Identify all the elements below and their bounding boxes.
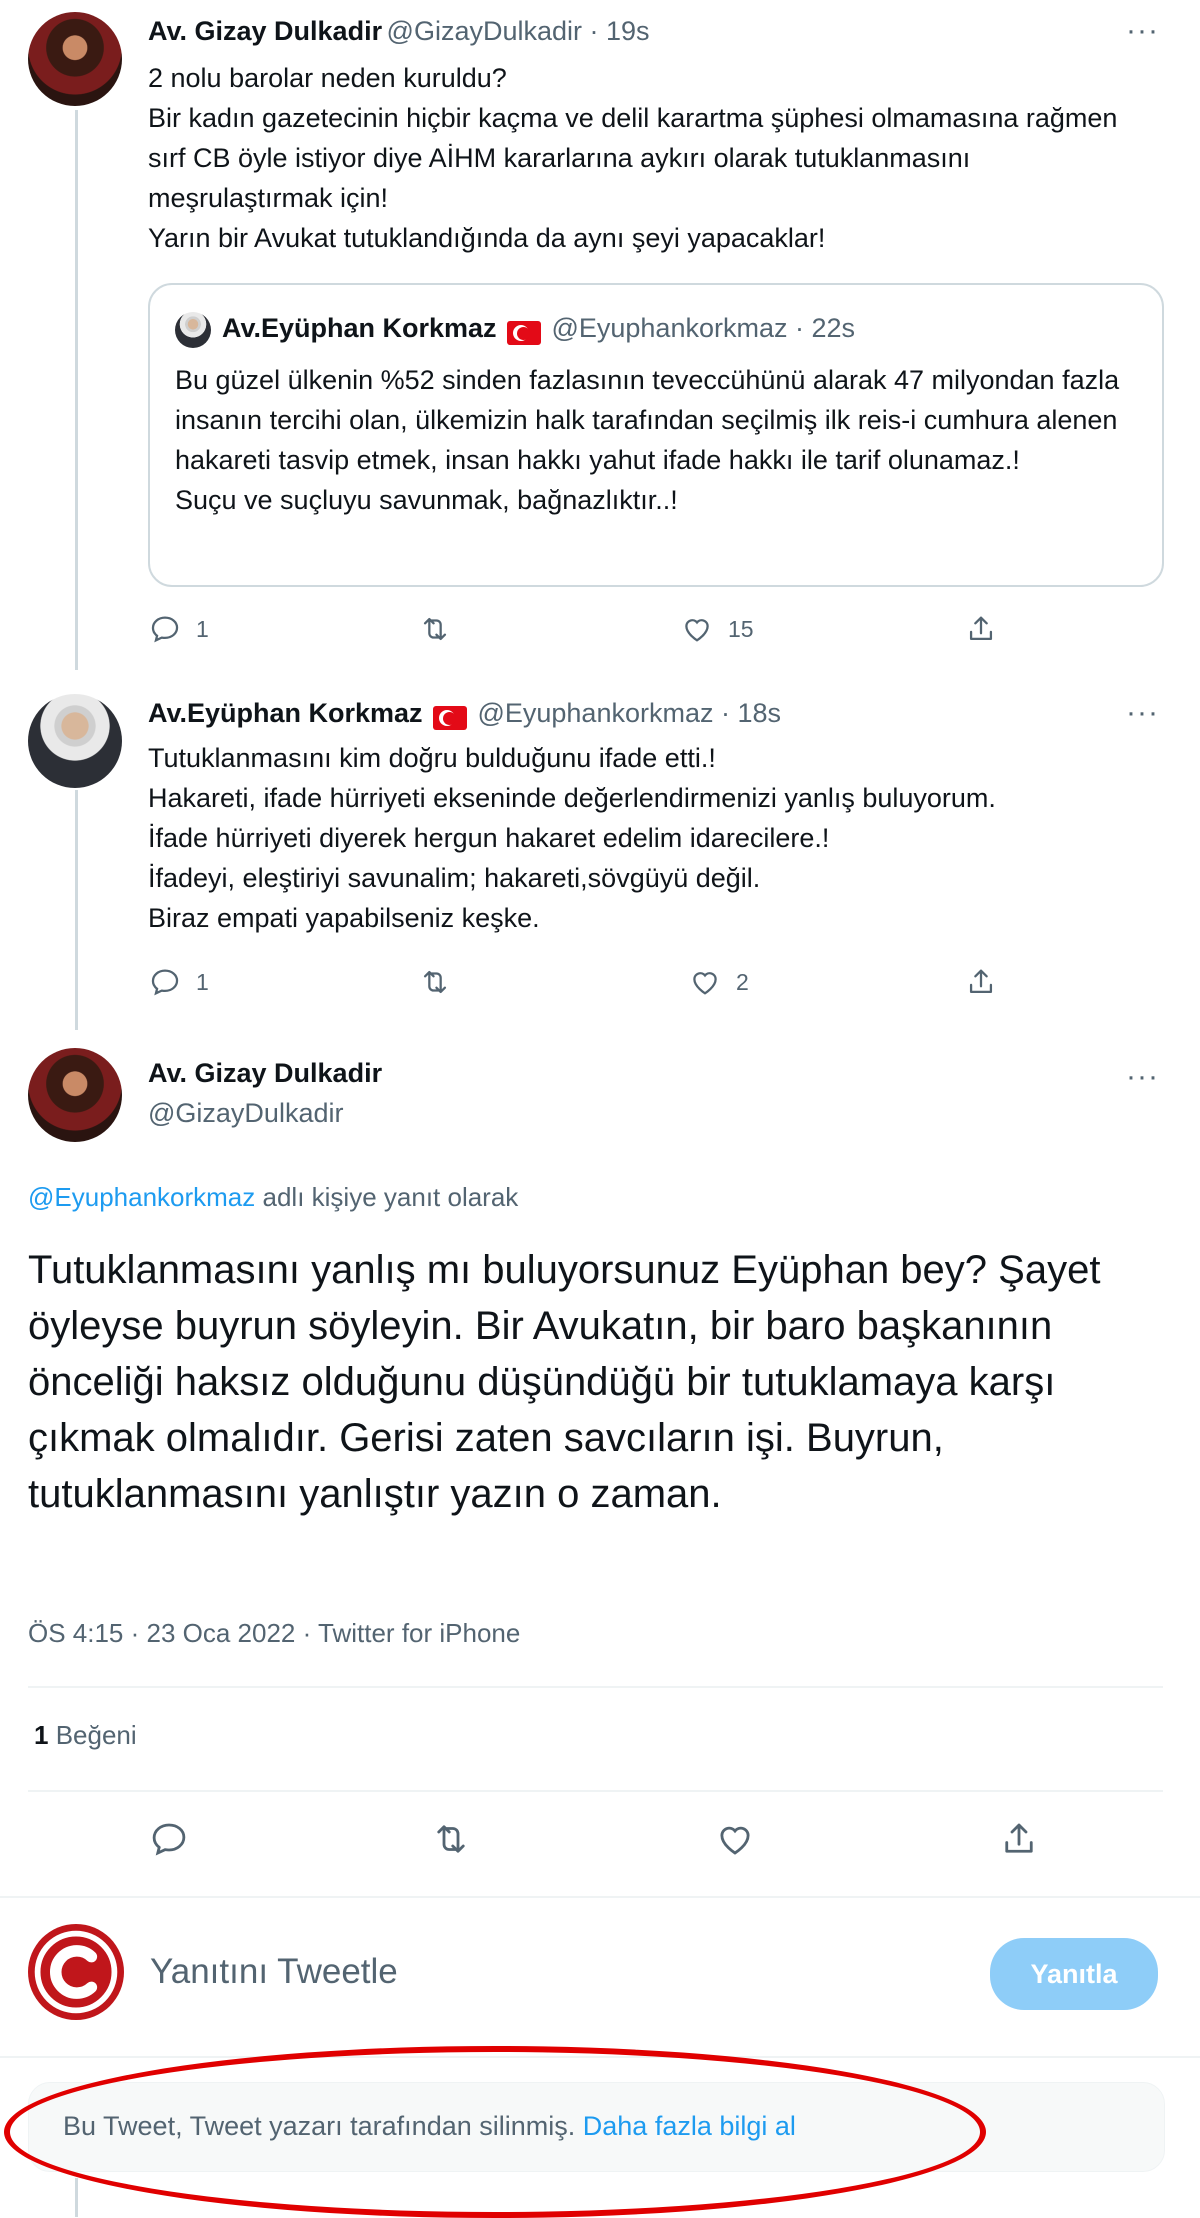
share-button[interactable] bbox=[998, 1818, 1040, 1860]
logo-c-icon bbox=[34, 1930, 118, 2014]
quote-author-name: Av.Eyüphan Korkmaz bbox=[222, 313, 497, 343]
reply-to-suffix: adlı kişiye yanıt olarak bbox=[262, 1182, 519, 1212]
deleted-tweet-notice: Bu Tweet, Tweet yazarı tarafından silinm… bbox=[28, 2082, 1165, 2172]
reply-button[interactable]: 1 bbox=[148, 965, 209, 999]
retweet-button[interactable] bbox=[430, 1818, 472, 1860]
share-icon bbox=[969, 969, 993, 994]
avatar[interactable] bbox=[28, 12, 122, 106]
heart-icon bbox=[685, 619, 709, 642]
more-icon[interactable]: ··· bbox=[1126, 1060, 1159, 1094]
quote-text: Bu güzel ülkenin %52 sinden fazlasının t… bbox=[175, 365, 1120, 515]
tweet-header: Av. Gizay Dulkadir @GizayDulkadir · 19s bbox=[148, 16, 650, 47]
heart-icon bbox=[720, 1826, 750, 1855]
thread-line bbox=[75, 790, 78, 1030]
heart-icon bbox=[693, 972, 717, 995]
divider bbox=[0, 1896, 1200, 1898]
like-button[interactable] bbox=[714, 1818, 756, 1860]
reply-input[interactable]: Yanıtını Tweetle bbox=[150, 1952, 930, 1992]
reply-icon bbox=[151, 969, 179, 996]
like-count: 15 bbox=[728, 615, 754, 642]
likes-stat[interactable]: 1 Beğeni bbox=[34, 1720, 137, 1751]
reply-to-link[interactable]: @Eyuphankorkmaz bbox=[28, 1182, 255, 1212]
divider bbox=[0, 2056, 1200, 2058]
share-icon bbox=[969, 616, 993, 641]
tweet-text: Tutuklanmasını kim doğru bulduğunu ifade… bbox=[148, 743, 996, 933]
retweet-button[interactable] bbox=[418, 965, 452, 999]
more-icon[interactable]: ··· bbox=[1126, 14, 1159, 48]
user-avatar[interactable] bbox=[28, 1924, 124, 2020]
turkey-flag-icon bbox=[433, 705, 468, 730]
reply-count: 1 bbox=[196, 968, 209, 995]
reply-context: @Eyuphankorkmaz adlı kişiye yanıt olarak bbox=[28, 1182, 518, 1213]
retweet-icon bbox=[437, 1825, 465, 1853]
author-name[interactable]: Av.Eyüphan Korkmaz bbox=[148, 698, 423, 728]
divider bbox=[28, 1790, 1163, 1792]
avatar[interactable] bbox=[28, 694, 122, 788]
tweet-meta[interactable]: ÖS 4:15 · 23 Oca 2022 · Twitter for iPho… bbox=[28, 1618, 520, 1649]
likes-count: 1 bbox=[34, 1720, 49, 1750]
quote-avatar bbox=[175, 312, 211, 348]
thread-line bbox=[75, 2178, 78, 2217]
more-icon[interactable]: ··· bbox=[1126, 696, 1159, 730]
like-count: 2 bbox=[736, 968, 749, 995]
thread-line bbox=[75, 110, 78, 670]
share-button[interactable] bbox=[964, 612, 998, 646]
author-name[interactable]: Av. Gizay Dulkadir bbox=[148, 16, 382, 46]
likes-label: Beğeni bbox=[55, 1720, 137, 1750]
learn-more-link[interactable]: Daha fazla bilgi al bbox=[583, 2111, 796, 2141]
divider bbox=[28, 1686, 1163, 1688]
like-button[interactable]: 2 bbox=[688, 965, 749, 999]
reply-submit-button[interactable]: Yanıtla bbox=[990, 1938, 1158, 2010]
turkey-flag-icon bbox=[507, 320, 542, 345]
deleted-tweet-text: Bu Tweet, Tweet yazarı tarafından silinm… bbox=[63, 2111, 576, 2141]
share-button[interactable] bbox=[964, 965, 998, 999]
author-name[interactable]: Av. Gizay Dulkadir bbox=[148, 1058, 382, 1089]
quote-header: Av.Eyüphan Korkmaz @Eyuphankorkmaz · 22s bbox=[222, 313, 855, 345]
reply-button[interactable] bbox=[148, 1818, 190, 1860]
author-handle[interactable]: @GizayDulkadir bbox=[148, 1098, 343, 1129]
share-icon bbox=[1005, 1823, 1033, 1853]
reply-count: 1 bbox=[196, 615, 209, 642]
tweet-header: Av.Eyüphan Korkmaz @Eyuphankorkmaz · 18s bbox=[148, 698, 781, 730]
retweet-button[interactable] bbox=[418, 612, 452, 646]
quote-author-handle: @Eyuphankorkmaz · 22s bbox=[551, 313, 856, 343]
reply-icon bbox=[152, 1823, 186, 1856]
tweet-text: 2 nolu barolar neden kuruldu? Bir kadın … bbox=[148, 63, 1118, 253]
retweet-icon bbox=[423, 617, 447, 641]
main-tweet-text: Tutuklanmasını yanlış mı buluyorsunuz Ey… bbox=[28, 1248, 1101, 1516]
author-handle[interactable]: @GizayDulkadir · 19s bbox=[387, 16, 650, 46]
reply-icon bbox=[151, 616, 179, 643]
like-button[interactable]: 15 bbox=[680, 612, 754, 646]
author-handle[interactable]: @Eyuphankorkmaz · 18s bbox=[477, 698, 781, 728]
retweet-icon bbox=[423, 970, 447, 994]
reply-button[interactable]: 1 bbox=[148, 612, 209, 646]
avatar[interactable] bbox=[28, 1048, 122, 1142]
